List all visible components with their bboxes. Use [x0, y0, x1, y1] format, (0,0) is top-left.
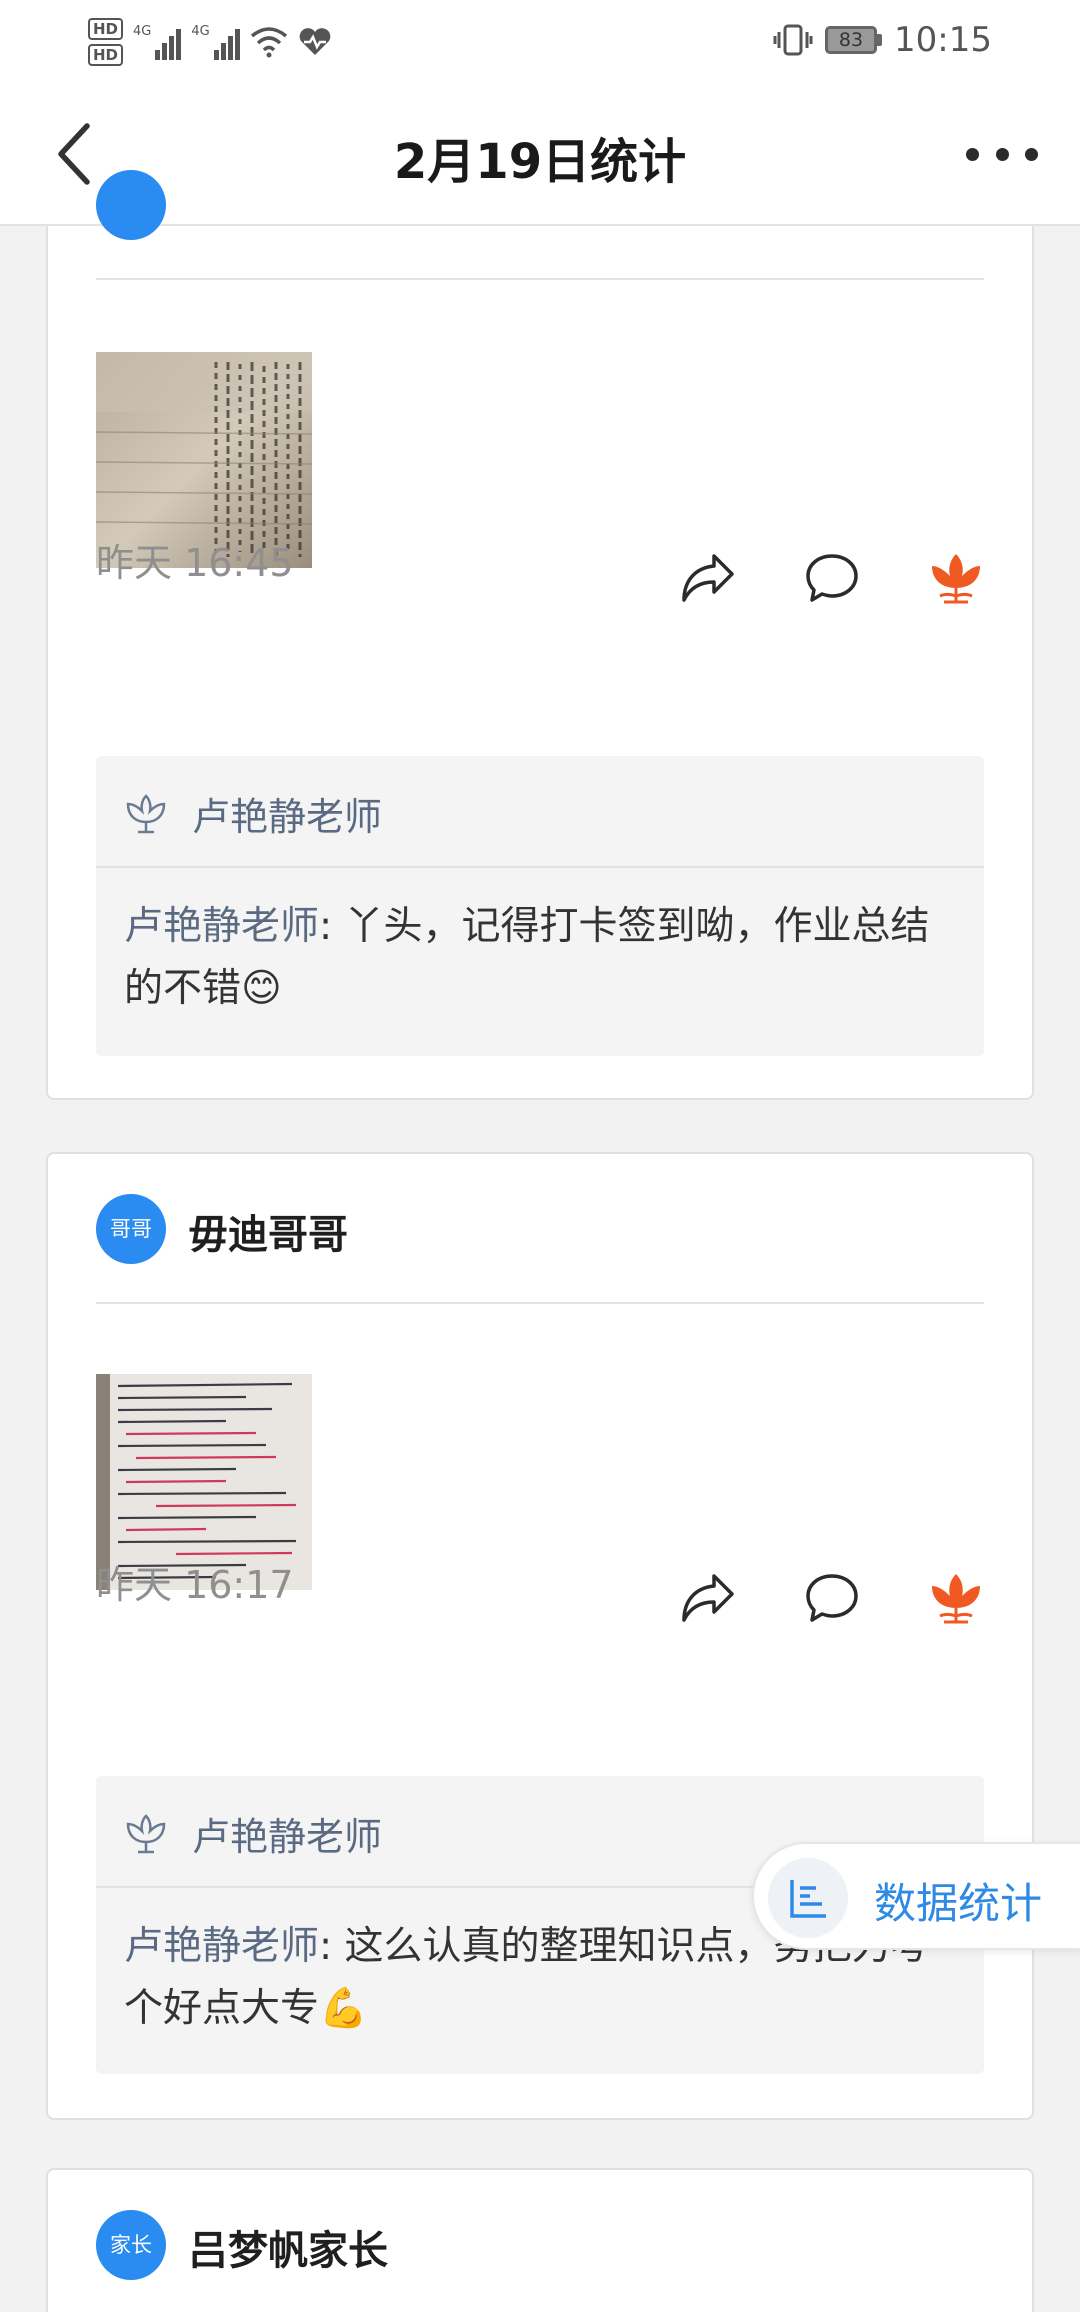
post-time: 昨天 16:17 [96, 1563, 294, 1607]
post-time: 昨天 16:45 [96, 541, 294, 585]
status-right: 83 10:15 [773, 18, 992, 62]
battery-icon: 83 [825, 26, 883, 54]
card-divider [96, 1302, 984, 1304]
comment-bubble-icon [806, 554, 858, 602]
more-dot [995, 147, 1009, 161]
data-stats-button[interactable]: 数据统计 [752, 1842, 1080, 1950]
post-card: 昨天 16:45 卢艳静老师 卢艳静老师: 丫头，记得打卡签到呦，作业总结的不错… [46, 170, 1034, 1100]
data-stats-label: 数据统计 [874, 1879, 1043, 1928]
hd-badge: HD [88, 44, 124, 66]
avatar[interactable]: 家长 [96, 2210, 166, 2280]
health-heart-icon [299, 28, 331, 55]
flower-outline-icon [126, 1814, 166, 1854]
comment-button[interactable] [800, 1566, 864, 1630]
clock: 10:15 [894, 20, 992, 60]
share-icon [682, 1574, 734, 1622]
comment-button[interactable] [800, 546, 864, 610]
avatar[interactable]: 哥哥 [96, 1194, 166, 1264]
more-dot [1025, 147, 1038, 161]
status-bar: HD HD 4G 4G 83 10:15 [0, 0, 1080, 82]
share-icon [682, 554, 734, 602]
flower-like-button[interactable] [924, 546, 988, 610]
comment-author[interactable]: 卢艳静老师 [124, 1924, 319, 1969]
share-button[interactable] [676, 1566, 740, 1630]
status-left: HD HD 4G 4G [88, 12, 332, 72]
flower-outline-icon [126, 794, 166, 834]
comment-author[interactable]: 卢艳静老师 [124, 904, 319, 949]
wifi-icon [250, 27, 287, 58]
flower-like-button[interactable] [924, 1566, 988, 1630]
avatar[interactable] [96, 170, 166, 240]
signal-icon: 4G [191, 24, 240, 60]
flower-like-icon [932, 1574, 980, 1624]
network-type: 4G [191, 24, 210, 39]
comment-item: 卢艳静老师: 丫头，记得打卡签到呦，作业总结的不错😊 [96, 868, 984, 1048]
card-divider [96, 278, 984, 280]
stats-icon-wrap [768, 1858, 848, 1938]
post-card: 哥哥 毋迪哥哥 昨天 16:17 卢艳静老师 卢艳静老师: 这么认真的整理知识点… [46, 1152, 1034, 2120]
hd-badges: HD HD [88, 18, 124, 66]
post-author-name[interactable]: 吕梦帆家长 [188, 2218, 388, 2276]
more-dot [966, 147, 979, 161]
battery-level: 83 [825, 26, 878, 54]
more-options-button[interactable] [960, 130, 1044, 178]
bar-chart-icon [790, 1880, 826, 1918]
post-author-name[interactable]: 毋迪哥哥 [188, 1202, 348, 1260]
post-card: 家长 吕梦帆家长 [46, 2168, 1034, 2312]
share-button[interactable] [676, 546, 740, 610]
flower-like-icon [932, 554, 980, 604]
comment-box: 卢艳静老师 卢艳静老师: 丫头，记得打卡签到呦，作业总结的不错😊 [96, 756, 984, 1056]
signal-icon: 4G [133, 24, 182, 60]
network-type: 4G [133, 24, 152, 39]
vibrate-icon [773, 24, 813, 56]
flower-giver-name[interactable]: 卢艳静老师 [192, 786, 382, 841]
comment-header: 卢艳静老师 [96, 756, 984, 868]
hd-badge: HD [88, 18, 124, 40]
flower-giver-name[interactable]: 卢艳静老师 [192, 1806, 382, 1861]
comment-bubble-icon [806, 1574, 858, 1622]
page-title: 2月19日统计 [393, 134, 687, 190]
